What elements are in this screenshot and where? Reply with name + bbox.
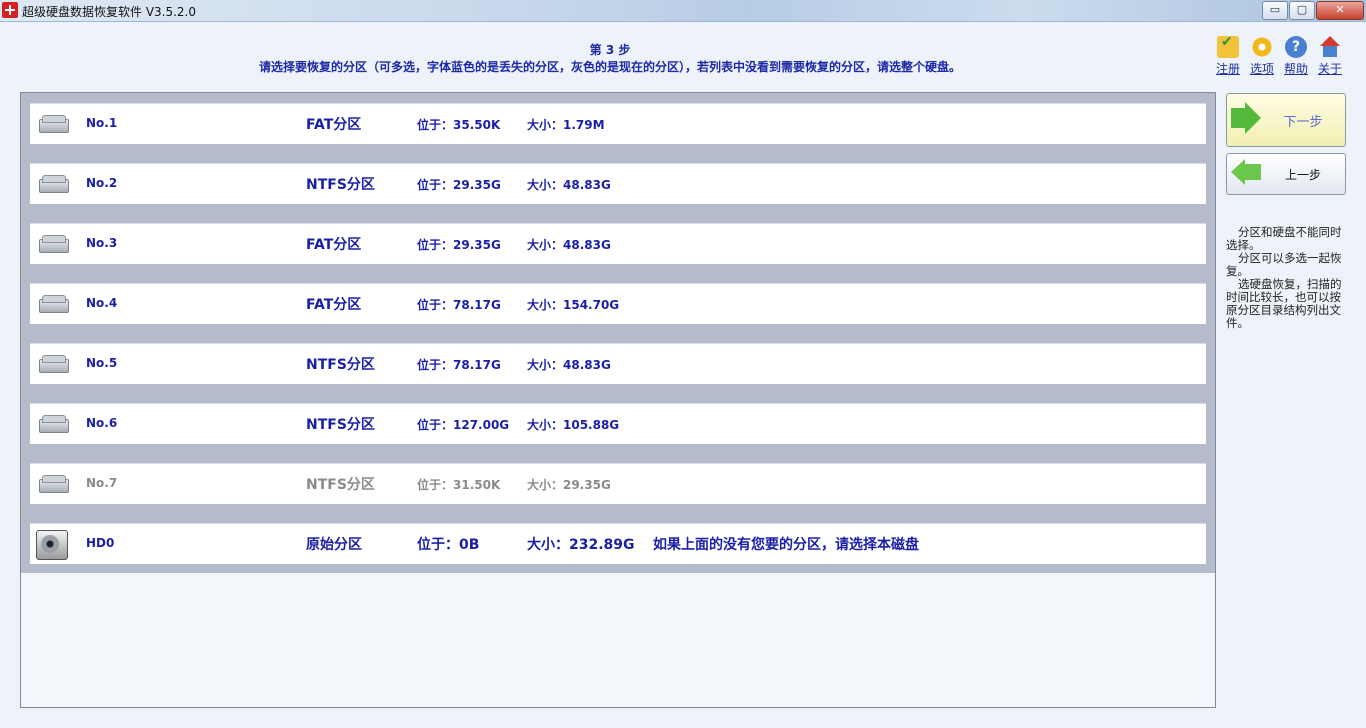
partition-type: FAT分区 [306,237,362,253]
window-title: 超级硬盘数据恢复软件 V3.5.2.0 [22,5,197,19]
maximize-button[interactable]: ▢ [1289,1,1315,20]
help-text: 分区和硬盘不能同时选择。 分区可以多选一起恢复。 选硬盘恢复，扫描的时间比较长，… [1226,226,1348,330]
partition-row[interactable]: No.3 FAT分区 位于：29.35G 大小：48.83G [21,213,1215,273]
partition-type: FAT分区 [306,117,362,133]
partition-type: NTFS分区 [306,357,375,373]
about-label: 关于 [1317,62,1342,76]
help-button[interactable]: ? 帮助 [1280,36,1312,77]
partition-row[interactable]: No.2 NTFS分区 位于：29.35G 大小：48.83G [21,153,1215,213]
step-title: 第 3 步 [589,43,631,57]
options-label: 选项 [1249,62,1274,76]
disk-size: 大小：232.89G [527,537,635,553]
partition-row-content[interactable]: No.6 NTFS分区 位于：127.00G 大小：105.88G [30,403,1206,444]
partition-row[interactable]: No.7 NTFS分区 位于：31.50K 大小：29.35G [21,453,1215,513]
partition-row-content[interactable]: No.1 FAT分区 位于：35.50K 大小：1.79M [30,103,1206,144]
close-button[interactable]: ✕ [1316,1,1364,20]
partition-name: No.7 [86,476,118,490]
partition-type: NTFS分区 [306,417,375,433]
partition-row[interactable]: No.5 NTFS分区 位于：78.17G 大小：48.83G [21,333,1215,393]
partition-position: 位于：29.35G [417,238,501,252]
partition-size: 大小：29.35G [527,478,611,492]
partition-size: 大小：1.79M [527,118,605,132]
gear-icon [1251,36,1273,58]
partition-position: 位于：127.00G [417,418,510,432]
help-label: 帮助 [1283,62,1308,76]
partition-name: No.3 [86,236,118,250]
partition-row-content[interactable]: No.5 NTFS分区 位于：78.17G 大小：48.83G [30,343,1206,384]
title-bar: 超级硬盘数据恢复软件 V3.5.2.0 ▭ ▢ ✕ [0,0,1366,22]
partition-type: NTFS分区 [306,177,375,193]
disk-type: 原始分区 [306,537,362,553]
partition-row[interactable]: No.6 NTFS分区 位于：127.00G 大小：105.88G [21,393,1215,453]
disk-note: 如果上面的没有您要的分区，请选择本磁盘 [653,537,919,553]
partition-row[interactable]: No.4 FAT分区 位于：78.17G 大小：154.70G [21,273,1215,333]
home-icon [1319,36,1341,58]
app-icon [2,2,18,18]
cart-check-icon [1217,34,1239,58]
partition-type: NTFS分区 [306,477,375,493]
partition-position: 位于：29.35G [417,178,501,192]
next-step-button[interactable]: 下一步 [1226,93,1346,147]
arrow-left-icon [1231,159,1261,185]
previous-step-button[interactable]: 上一步 [1226,153,1346,195]
instruction-text: 请选择要恢复的分区（可多选，字体蓝色的是丢失的分区，灰色的是现在的分区），若列表… [258,60,961,74]
register-label: 注册 [1215,62,1240,76]
partition-name: No.6 [86,416,118,430]
partition-size: 大小：48.83G [527,178,611,192]
partition-icon [39,175,69,193]
previous-step-label: 上一步 [1284,168,1321,182]
partition-size: 大小：105.88G [527,418,620,432]
partition-position: 位于：78.17G [417,358,501,372]
disk-row-content[interactable]: HD0 原始分区 位于：0B 大小：232.89G 如果上面的没有您要的分区，请… [30,523,1206,564]
partition-icon [39,355,69,373]
partition-name: No.4 [86,296,118,310]
partition-icon [39,235,69,253]
partition-name: No.1 [86,116,118,130]
partition-name: No.2 [86,176,118,190]
partition-list: No.1 FAT分区 位于：35.50K 大小：1.79M No.2 NTFS分… [20,92,1216,708]
partition-row-content[interactable]: No.7 NTFS分区 位于：31.50K 大小：29.35G [30,463,1206,504]
partition-row-content[interactable]: No.2 NTFS分区 位于：29.35G 大小：48.83G [30,163,1206,204]
partition-size: 大小：48.83G [527,238,611,252]
help-line: 分区和硬盘不能同时选择。 [1226,225,1342,252]
disk-row[interactable]: HD0 原始分区 位于：0B 大小：232.89G 如果上面的没有您要的分区，请… [21,513,1215,573]
help-icon: ? [1285,36,1307,58]
partition-row[interactable]: No.1 FAT分区 位于：35.50K 大小：1.79M [21,93,1215,153]
register-button[interactable]: 注册 [1212,34,1244,77]
help-line: 分区可以多选一起恢复。 [1226,251,1342,278]
partition-size: 大小：154.70G [527,298,620,312]
partition-icon [39,295,69,313]
partition-position: 位于：35.50K [417,118,501,132]
disk-position: 位于：0B [417,537,480,553]
partition-row-content[interactable]: No.4 FAT分区 位于：78.17G 大小：154.70G [30,283,1206,324]
partition-size: 大小：48.83G [527,358,611,372]
partition-name: No.5 [86,356,118,370]
options-button[interactable]: 选项 [1246,36,1278,77]
disk-name: HD0 [86,536,115,550]
partition-position: 位于：78.17G [417,298,501,312]
partition-icon [39,415,69,433]
next-step-label: 下一步 [1283,115,1323,130]
partition-type: FAT分区 [306,297,362,313]
partition-icon [39,475,69,493]
help-line: 选硬盘恢复，扫描的时间比较长，也可以按原分区目录结构列出文件。 [1226,277,1342,330]
minimize-button[interactable]: ▭ [1262,1,1288,20]
arrow-right-icon [1231,102,1261,134]
hard-disk-icon [36,530,68,560]
partition-row-content[interactable]: No.3 FAT分区 位于：29.35G 大小：48.83G [30,223,1206,264]
about-button[interactable]: 关于 [1314,36,1346,77]
partition-icon [39,115,69,133]
partition-position: 位于：31.50K [417,478,501,492]
